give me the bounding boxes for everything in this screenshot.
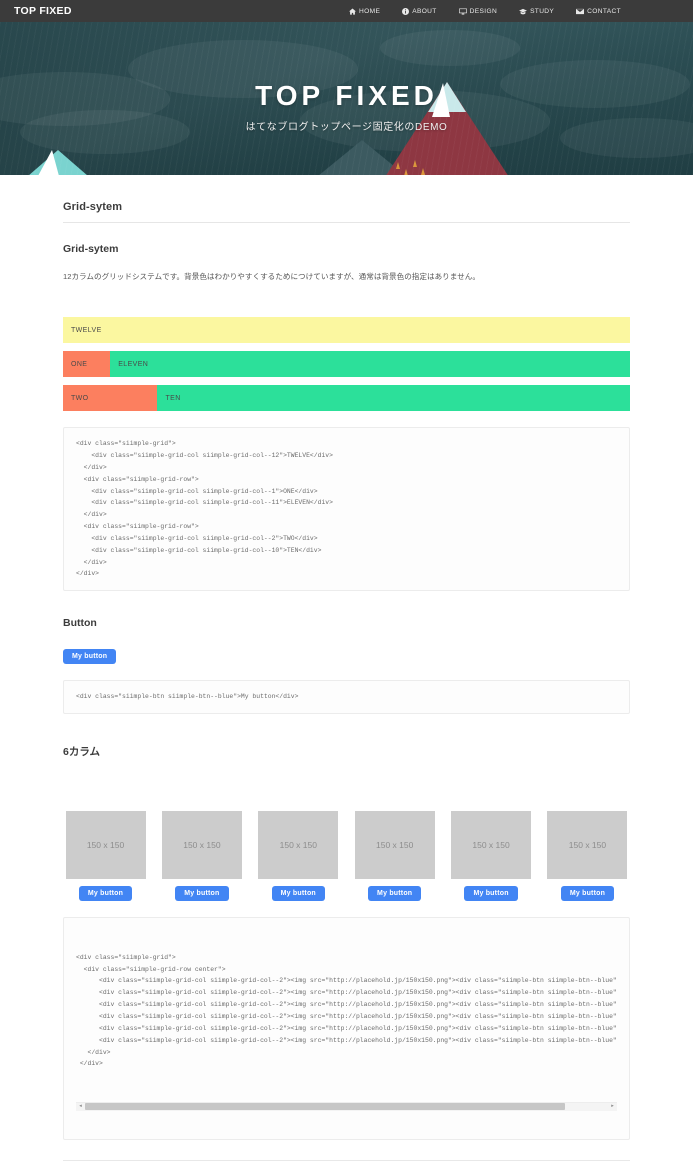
page-title: Grid-sytem — [63, 201, 123, 213]
scroll-left-arrow-icon[interactable]: ◂ — [76, 1102, 85, 1111]
code-line: <div class="siimple-grid-col siimple-gri… — [76, 1013, 617, 1021]
column-item: 150 x 150 My button — [352, 811, 437, 902]
column-item: 150 x 150 My button — [256, 811, 341, 902]
grid-cell-one: ONE — [63, 351, 111, 378]
grid-row: TWO TEN — [63, 385, 630, 412]
envelope-icon — [576, 8, 585, 15]
nav-item-design[interactable]: DESIGN — [458, 7, 498, 15]
column-item: 150 x 150 My button — [449, 811, 534, 902]
info-circle-icon — [402, 7, 410, 15]
hero-text-block: TOP FIXED はてなブログトップページ固定化のDEMO — [0, 80, 693, 133]
code-line: <div class="siimple-grid-col siimple-gri… — [76, 1024, 617, 1032]
nav-item-about[interactable]: ABOUT — [402, 7, 437, 15]
code-line: <div class="siimple-grid-row center"> — [76, 965, 226, 973]
graduation-cap-icon — [519, 8, 527, 15]
placeholder-image: 150 x 150 — [354, 811, 435, 880]
nav-item-contact[interactable]: CONTACT — [576, 8, 621, 15]
placeholder-image: 150 x 150 — [547, 811, 628, 880]
grid-cell-ten: TEN — [157, 385, 630, 412]
placeholder-image: 150 x 150 — [258, 811, 339, 880]
code-block-grid[interactable]: <div class="siimple-grid"> <div class="s… — [63, 427, 630, 592]
grid-row: ONE ELEVEN — [63, 351, 630, 378]
subsection-title-button: Button — [63, 617, 97, 630]
grid-cell-eleven: ELEVEN — [110, 351, 630, 378]
my-button[interactable]: My button — [271, 886, 325, 902]
my-button[interactable]: My button — [175, 886, 229, 902]
nav-item-contact-label: CONTACT — [587, 7, 621, 15]
column-item: 150 x 150 My button — [159, 811, 244, 902]
horizontal-scrollbar[interactable]: ◂ ▸ — [76, 1101, 617, 1111]
my-button[interactable]: My button — [464, 886, 518, 902]
nav-item-design-label: DESIGN — [469, 7, 498, 15]
my-button[interactable]: My button — [63, 649, 117, 665]
my-button[interactable]: My button — [368, 886, 422, 902]
nav-item-home-label: HOME — [359, 7, 381, 15]
code-columns-text: <div class="siimple-grid"> <div class="s… — [76, 952, 617, 1070]
desktop-icon — [458, 7, 467, 15]
code-line: </div> — [76, 1048, 111, 1056]
placeholder-image: 150 x 150 — [451, 811, 532, 880]
column-item: 150 x 150 My button — [63, 811, 148, 902]
code-line: <div class="siimple-grid-col siimple-gri… — [76, 989, 617, 997]
grid-demo: TWELVE ONE ELEVEN TWO TEN — [63, 317, 630, 412]
placeholder-image: 150 x 150 — [161, 811, 242, 880]
subsection-title-grid: Grid-sytem — [63, 243, 119, 255]
grid-row: TWELVE — [63, 317, 630, 344]
main-content: Grid-sytem Grid-sytem 12カラムのグリッドシステムです。背… — [0, 201, 693, 1140]
grid-cell-twelve: TWELVE — [63, 317, 630, 344]
code-block-button[interactable]: <div class="siimple-btn siimple-btn--blu… — [63, 680, 630, 715]
nav-item-about-label: ABOUT — [412, 7, 437, 15]
hero-banner: TOP FIXED はてなブログトップページ固定化のDEMO — [0, 22, 693, 175]
nav-item-study[interactable]: STUDY — [519, 8, 554, 15]
nav-item-home[interactable]: HOME — [349, 8, 380, 15]
nav-item-study-label: STUDY — [530, 7, 555, 15]
scrollbar-thumb[interactable] — [85, 1103, 565, 1111]
scroll-right-arrow-icon[interactable]: ▸ — [608, 1102, 617, 1111]
code-grid-text: <div class="siimple-grid"> <div class="s… — [76, 440, 333, 578]
code-line: </div> — [76, 1060, 103, 1068]
code-line: <div class="siimple-grid-col siimple-gri… — [76, 1001, 617, 1009]
grid-description: 12カラムのグリッドシステムです。背景色はわかりやすくするためにつけていますが、… — [63, 272, 480, 281]
column-item: 150 x 150 My button — [545, 811, 630, 902]
code-line: <div class="siimple-grid"> — [76, 953, 176, 961]
top-navbar: TOP FIXED HOME ABOUT DESIGN STUDY CONTAC… — [0, 0, 693, 22]
title-divider — [63, 222, 630, 223]
placeholder-image: 150 x 150 — [65, 811, 146, 880]
brand-logo[interactable]: TOP FIXED — [14, 5, 72, 17]
code-line: <div class="siimple-grid-col siimple-gri… — [76, 1036, 617, 1044]
code-block-columns[interactable]: <div class="siimple-grid"> <div class="s… — [63, 917, 630, 1140]
my-button[interactable]: My button — [78, 886, 133, 902]
code-line: <div class="siimple-grid-col siimple-gri… — [76, 977, 617, 985]
hero-title: TOP FIXED — [255, 80, 438, 111]
footer-divider — [63, 1159, 630, 1161]
six-column-grid: 150 x 150 My button 150 x 150 My button … — [63, 811, 630, 902]
my-button[interactable]: My button — [560, 886, 615, 902]
home-icon — [349, 7, 357, 15]
grid-cell-two: TWO — [63, 385, 158, 412]
hero-subtitle: はてなブログトップページ固定化のDEMO — [245, 122, 448, 133]
nav-links: HOME ABOUT DESIGN STUDY CONTACT — [349, 7, 679, 15]
code-button-text: <div class="siimple-btn siimple-btn--blu… — [76, 693, 299, 701]
subsection-title-columns: 6カラム — [63, 746, 101, 759]
